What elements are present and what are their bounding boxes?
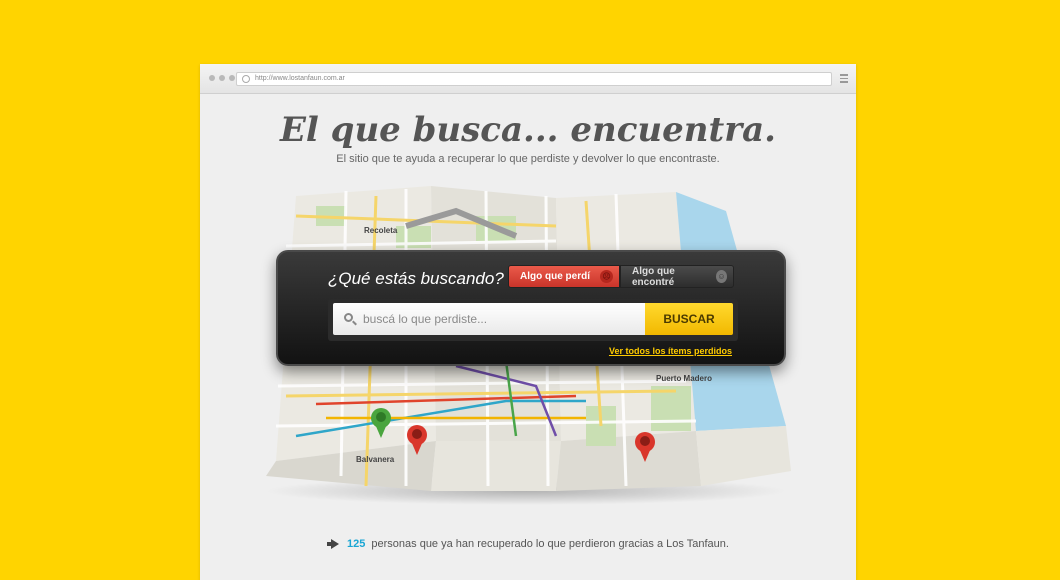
lost-toggle-label: Algo que perdí (520, 271, 590, 282)
minimize-dot-icon[interactable] (219, 75, 225, 81)
found-toggle-button[interactable]: Algo que encontré ☺ (620, 265, 734, 288)
recovered-count: 125 (347, 538, 366, 550)
search-mode-toggle[interactable]: Algo que perdí ☹ Algo que encontré ☺ (508, 265, 734, 288)
search-icon (344, 313, 353, 322)
globe-icon (242, 75, 250, 83)
close-dot-icon[interactable] (209, 75, 215, 81)
window-controls[interactable] (209, 75, 235, 81)
search-question: ¿Qué estás buscando? (328, 269, 504, 288)
lost-toggle-button[interactable]: Algo que perdí ☹ (508, 265, 620, 288)
address-bar[interactable]: http://www.lostanfaun.com.ar (236, 72, 832, 86)
hamburger-menu-icon[interactable] (840, 74, 848, 85)
map-label-puerto-madero: Puerto Madero (656, 374, 712, 383)
search-placeholder: buscá lo que perdiste... (363, 312, 488, 326)
found-toggle-label: Algo que encontré (632, 265, 675, 288)
maximize-dot-icon[interactable] (229, 75, 235, 81)
happy-face-icon: ☺ (716, 270, 727, 283)
stats-footer: 125 personas que ya han recuperado lo qu… (200, 538, 856, 550)
megaphone-icon (327, 539, 341, 549)
search-row: buscá lo que perdiste... BUSCAR (328, 299, 738, 341)
search-panel: ¿Qué estás buscando? Algo que perdí ☹ Al… (276, 250, 786, 366)
browser-chrome: http://www.lostanfaun.com.ar (200, 64, 856, 94)
page-subtitle: El sitio que te ayuda a recuperar lo que… (336, 153, 720, 165)
search-input[interactable]: buscá lo que perdiste... (333, 303, 645, 335)
browser-window: http://www.lostanfaun.com.ar El que busc… (200, 64, 856, 580)
sad-face-icon: ☹ (600, 270, 613, 283)
address-url: http://www.lostanfaun.com.ar (255, 75, 345, 82)
view-all-lost-link[interactable]: Ver todos los ítems perdidos (608, 346, 732, 356)
page-title: El que busca... encuentra. (280, 110, 776, 150)
search-button[interactable]: BUSCAR (645, 303, 733, 335)
recovered-text: personas que ya han recuperado lo que pe… (371, 538, 729, 550)
map-label-balvanera: Balvanera (356, 455, 395, 464)
map-label-recoleta: Recoleta (364, 226, 398, 235)
